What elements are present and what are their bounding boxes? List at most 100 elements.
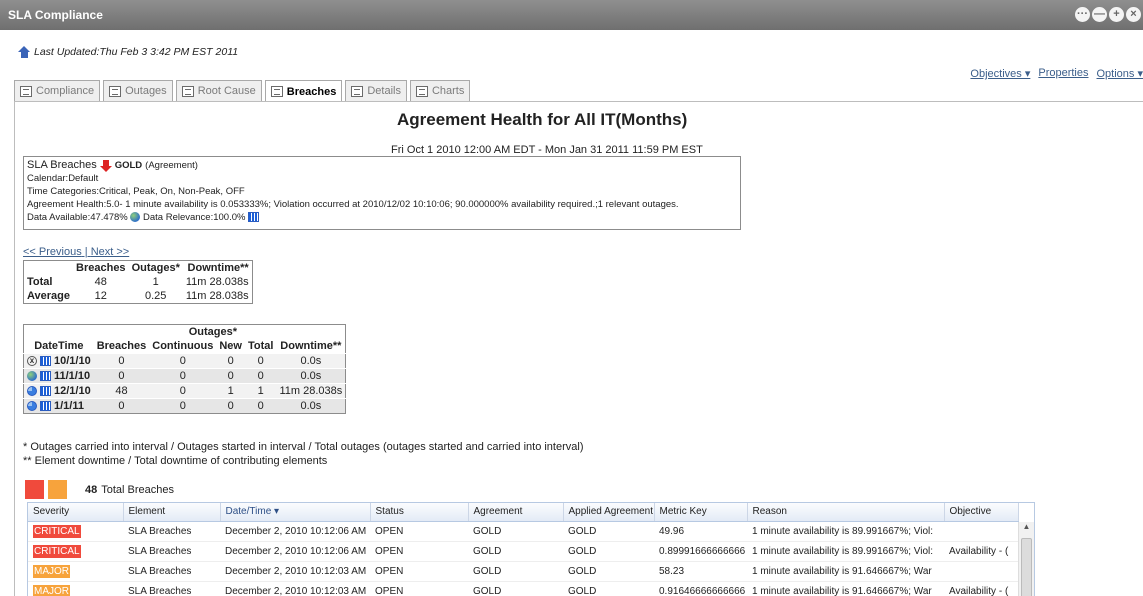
home-icon[interactable] (18, 46, 31, 58)
cell: 1 (152, 276, 159, 288)
next-link[interactable]: Next >> (91, 246, 130, 258)
grid-icon[interactable] (40, 401, 51, 411)
column-header-objective[interactable]: Objective (944, 503, 1019, 522)
critical-swatch (25, 480, 44, 499)
tab-label: Charts (431, 85, 465, 97)
cell: 1 minute availability is 91.646667%; War (747, 561, 944, 582)
close-icon[interactable]: × (1126, 7, 1141, 22)
date-cell[interactable]: 1/1/11 (54, 400, 84, 412)
cell: 1 minute availability is 89.991667%; Vio… (747, 521, 944, 542)
column-header: Downtime** (280, 340, 342, 352)
table-row: 11/1/10 0 0 0 0 0.0s (23, 368, 346, 384)
cell: SLA Breaches (123, 581, 220, 596)
report-title: Agreement Health for All IT(Months) (397, 110, 688, 129)
compliance-icon (20, 85, 32, 97)
date-cell[interactable]: 12/1/10 (54, 385, 91, 397)
more-icon[interactable]: ··· (1075, 7, 1090, 22)
cell: 0 (244, 368, 277, 384)
grid-scrollbar[interactable]: ▲ (1018, 522, 1034, 596)
cell: 49.96 (654, 521, 747, 542)
column-header-agreement[interactable]: Agreement (468, 503, 564, 522)
column-header-metric-key[interactable]: Metric Key (654, 503, 748, 522)
charts-icon (415, 85, 428, 97)
table-row: Total 48 1 11m 28.038s (24, 275, 253, 289)
column-header-severity[interactable]: Severity (28, 503, 124, 522)
breaches-grid: Severity Element Date/Time ▾ Status Agre… (27, 502, 1035, 596)
cell: SLA Breaches (123, 561, 220, 582)
cell: OPEN (370, 581, 468, 596)
cell: 48 (93, 383, 150, 399)
globe-icon (130, 212, 141, 223)
globe-icon (27, 371, 37, 381)
cell: 1 (244, 383, 277, 399)
table-row[interactable]: MAJOR SLA Breaches December 2, 2010 10:1… (28, 561, 1018, 582)
totals-table: Breaches Outages* Downtime** Total 48 1 … (23, 260, 253, 304)
tab-details[interactable]: Details (345, 80, 407, 101)
tab-compliance[interactable]: Compliance (14, 80, 101, 101)
grid-icon[interactable] (40, 386, 51, 396)
objectives-menu[interactable]: Objectives ▾ (970, 67, 1030, 80)
table-row: x 10/1/10 0 0 0 0 0.0s (23, 353, 346, 369)
pie-icon (27, 401, 37, 411)
pie-icon (27, 386, 37, 396)
column-header: Total (247, 340, 274, 352)
cell: 11m 28.038s (276, 383, 346, 399)
cell (944, 521, 1018, 542)
tab-charts[interactable]: Charts (409, 80, 471, 101)
tab-breaches[interactable]: Breaches (264, 80, 343, 102)
column-header-applied-agreement[interactable]: Applied Agreement (563, 503, 655, 522)
properties-link[interactable]: Properties (1038, 67, 1088, 80)
grid-icon[interactable] (40, 371, 51, 381)
footnote-outages: * Outages carried into interval / Outage… (23, 441, 584, 453)
cell: Availability - ( (944, 541, 1018, 562)
cell: 1 minute availability is 91.646667%; War (747, 581, 944, 596)
cell: 0 (93, 353, 150, 369)
table-row[interactable]: CRITICAL SLA Breaches December 2, 2010 1… (28, 521, 1018, 542)
cell: Availability - ( (944, 581, 1018, 596)
table-row: 12/1/10 48 0 1 1 11m 28.038s (23, 383, 346, 399)
column-header-datetime[interactable]: Date/Time ▾ (220, 503, 371, 522)
tab-outages[interactable]: Outages (103, 80, 173, 101)
column-header-status[interactable]: Status (370, 503, 469, 522)
column-header: Outages* (131, 262, 180, 274)
column-header-element[interactable]: Element (123, 503, 221, 522)
window-controls: ··· — + × (1075, 7, 1141, 22)
tab-bar: Compliance Outages Root Cause Breaches D… (14, 80, 471, 102)
pager-separator: | (81, 246, 91, 258)
no-data-icon: x (27, 356, 37, 366)
scroll-up-icon[interactable]: ▲ (1019, 522, 1034, 536)
column-header: Breaches (96, 340, 147, 352)
grid-icon[interactable] (248, 212, 260, 223)
root-cause-icon (181, 85, 194, 97)
cell: OPEN (370, 521, 468, 542)
date-cell[interactable]: 11/1/10 (54, 370, 90, 382)
tab-root-cause[interactable]: Root Cause (175, 80, 262, 101)
previous-link[interactable]: << Previous (23, 246, 82, 258)
maximize-icon[interactable]: + (1109, 7, 1124, 22)
table-row[interactable]: CRITICAL SLA Breaches December 2, 2010 1… (28, 541, 1018, 562)
cell: 0 (149, 368, 217, 384)
cell: 1 (216, 383, 245, 399)
cell: 0.0s (276, 368, 346, 384)
last-updated-text: Last Updated:Thu Feb 3 3:42 PM EST 2011 (34, 46, 239, 58)
column-header: New (219, 340, 242, 352)
grid-icon[interactable] (40, 356, 51, 366)
agreement-name[interactable]: GOLD (115, 159, 142, 172)
minimize-icon[interactable]: — (1092, 7, 1107, 22)
scroll-thumb[interactable] (1021, 538, 1032, 596)
table-row[interactable]: MAJOR SLA Breaches December 2, 2010 10:1… (28, 581, 1018, 596)
column-header: Breaches (76, 262, 126, 274)
cell: December 2, 2010 10:12:03 AM (220, 561, 370, 582)
details-icon (351, 85, 364, 97)
cell: 48 (94, 276, 107, 288)
cell: OPEN (370, 561, 468, 582)
down-arrow-icon (99, 159, 112, 172)
options-menu[interactable]: Options ▾ (1097, 67, 1143, 80)
column-header-reason[interactable]: Reason (747, 503, 945, 522)
cell: GOLD (563, 541, 654, 562)
cell: 11m 28.038s (185, 276, 249, 288)
date-cell[interactable]: 10/1/10 (54, 355, 91, 367)
severity-badge: CRITICAL (33, 544, 81, 558)
cell: 0 (216, 368, 245, 384)
cell: 0 (244, 398, 277, 414)
